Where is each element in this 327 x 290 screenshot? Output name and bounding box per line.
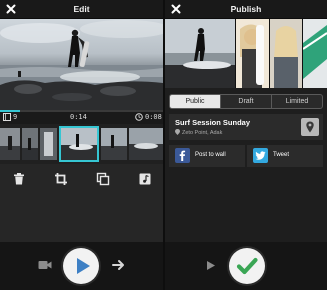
clip-filmstrip[interactable] (0, 124, 163, 164)
clip-count: 9 (13, 113, 18, 121)
progress-fill (0, 110, 20, 112)
clip-thumbnail[interactable] (0, 128, 20, 160)
video-info-card: Surf Session Sunday Zeto Point, Adak (169, 114, 323, 140)
trash-icon[interactable] (12, 172, 26, 186)
music-icon[interactable] (138, 172, 152, 186)
facebook-icon (175, 148, 190, 163)
edit-screen: Edit 9 0:14 0:08 (0, 0, 163, 290)
play-icon[interactable] (206, 260, 216, 271)
publish-confirm-button[interactable] (229, 248, 265, 284)
timeline-bar[interactable]: 9 0:14 0:08 (0, 110, 163, 124)
edit-toolbar (0, 168, 163, 192)
publish-thumbnail (303, 19, 327, 88)
forward-arrow-icon[interactable] (112, 259, 125, 271)
surfer-scene-image (0, 20, 163, 110)
location-pin-small-icon (175, 129, 180, 135)
twitter-share-label: Tweet (273, 152, 290, 158)
publish-bottom-bar (165, 242, 327, 290)
tab-limited[interactable]: Limited (272, 95, 322, 108)
publish-title: Publish (230, 4, 262, 14)
publish-screen: Publish Public Draft Limited Surf Sessio… (165, 0, 327, 290)
facebook-share-button[interactable]: Post to wall (169, 145, 245, 167)
location-pin-icon (306, 121, 314, 133)
duration: 0:08 (145, 113, 162, 121)
publish-thumbnail (236, 19, 269, 88)
video-title[interactable]: Surf Session Sunday (175, 118, 250, 127)
crop-icon[interactable] (54, 172, 68, 186)
twitter-icon (253, 148, 268, 163)
location-line: Zeto Point, Adak (175, 129, 222, 136)
duplicate-icon[interactable] (96, 172, 110, 186)
play-button[interactable] (63, 248, 99, 284)
twitter-share-button[interactable]: Tweet (247, 145, 323, 167)
video-preview[interactable] (0, 19, 163, 110)
clip-thumbnail[interactable] (22, 128, 38, 160)
publish-thumbnail-strip (165, 19, 327, 88)
progress-track (0, 110, 163, 112)
location-button[interactable] (301, 118, 319, 136)
filmstrip-icon (3, 113, 11, 121)
video-camera-icon[interactable] (38, 259, 52, 271)
clock-icon (135, 113, 143, 121)
edit-title: Edit (73, 4, 90, 14)
privacy-tabs: Public Draft Limited (169, 94, 323, 109)
location-text: Zeto Point, Adak (182, 130, 223, 136)
current-time: 0:14 (70, 113, 87, 121)
edit-bottom-bar (0, 242, 163, 290)
facebook-share-label: Post to wall (195, 152, 226, 158)
clip-thumbnail-selected[interactable] (59, 126, 99, 162)
edit-header: Edit (0, 0, 163, 19)
clip-thumbnail[interactable] (129, 128, 163, 160)
play-icon (77, 258, 90, 274)
checkmark-icon (236, 257, 258, 275)
tab-public[interactable]: Public (170, 95, 221, 108)
publish-thumbnail (270, 19, 302, 88)
clip-thumbnail[interactable] (101, 128, 127, 160)
clip-thumbnail[interactable] (40, 128, 57, 160)
publish-header: Publish (165, 0, 327, 19)
tab-draft[interactable]: Draft (221, 95, 272, 108)
publish-thumbnail (165, 19, 235, 88)
